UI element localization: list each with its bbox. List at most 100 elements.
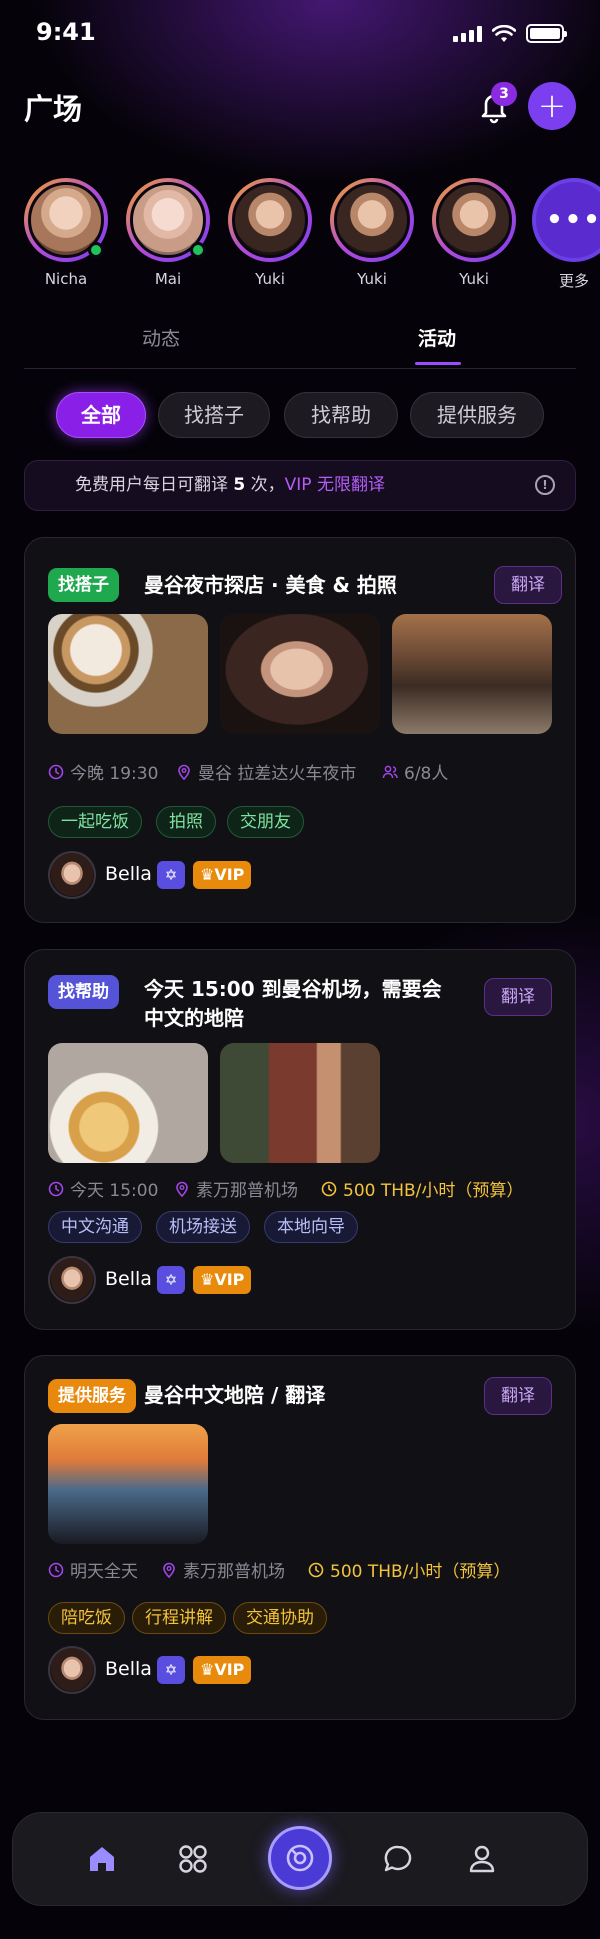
card-location: 素万那普机场 (161, 1557, 285, 1582)
user-name[interactable]: Bella (105, 1268, 152, 1290)
story-name: Mai (154, 270, 182, 288)
notice-vip-link[interactable]: VIP 无限翻译 (285, 475, 385, 495)
location-icon (178, 764, 190, 780)
interest-tag: 交朋友 (227, 806, 304, 838)
verified-icon: ✡ (157, 1656, 185, 1684)
card-location-text: 素万那普机场 (183, 1562, 285, 1582)
card-price-text: 500 THB/小时（预算） (343, 1181, 524, 1201)
card-title: 曼谷夜市探店 · 美食 & 拍照 (144, 573, 397, 597)
home-icon[interactable] (85, 1842, 119, 1876)
user-avatar[interactable] (48, 1646, 96, 1694)
online-indicator (190, 242, 206, 258)
add-button[interactable]: + (528, 82, 576, 130)
vip-label: VIP (214, 1270, 245, 1289)
card-photo[interactable] (220, 1043, 380, 1163)
info-icon[interactable]: ! (535, 475, 555, 495)
plus-icon: + (537, 86, 567, 126)
clock-icon (321, 1181, 337, 1196)
card-time-text: 今天 15:00 (70, 1181, 159, 1201)
grid-icon[interactable] (176, 1842, 210, 1876)
discover-button[interactable] (268, 1826, 332, 1890)
card-photo[interactable] (392, 614, 552, 734)
card-photo[interactable] (48, 1424, 208, 1544)
card-price: 500 THB/小时（预算） (321, 1176, 523, 1201)
card-people-text: 6/8人 (404, 764, 449, 784)
online-indicator (88, 242, 104, 258)
notice-count: 5 (233, 475, 246, 495)
status-icons (453, 24, 567, 43)
card-price-text: 500 THB/小时（预算） (330, 1562, 511, 1582)
user-name[interactable]: Bella (105, 863, 152, 885)
story-more-label: 更多 (558, 272, 589, 290)
filter-find-partner[interactable]: 找搭子 (158, 392, 270, 438)
interest-tag: 拍照 (156, 806, 216, 838)
translate-button[interactable]: 翻译 (484, 978, 552, 1016)
tab-dynamic[interactable]: 动态 (142, 324, 180, 351)
avatar (334, 182, 410, 258)
interest-tag: 中文沟通 (48, 1211, 142, 1243)
user-avatar[interactable] (48, 1256, 96, 1304)
wifi-icon (492, 24, 516, 42)
translate-button[interactable]: 翻译 (484, 1377, 552, 1415)
clock-icon (48, 1181, 64, 1196)
card-photo[interactable] (48, 614, 208, 734)
clock-icon (308, 1562, 324, 1577)
interest-tag: 机场接送 (156, 1211, 250, 1243)
card-location: 素万那普机场 (174, 1176, 298, 1201)
card-time-text: 明天全天 (70, 1562, 138, 1582)
avatar (436, 182, 512, 258)
card-title: 今天 15:00 到曼谷机场，需要会中文的地陪 (144, 977, 442, 1030)
story-name: Yuki (255, 270, 285, 288)
story-item[interactable]: Yuki (432, 178, 516, 288)
interest-tag: 陪吃饭 (48, 1602, 125, 1634)
profile-icon[interactable] (465, 1842, 499, 1876)
translate-button[interactable]: 翻译 (494, 566, 562, 604)
story-item[interactable]: Mai (126, 178, 210, 288)
verified-icon: ✡ (157, 861, 185, 889)
card-location-text: 素万那普机场 (196, 1181, 298, 1201)
location-icon (163, 1562, 175, 1578)
card-photo[interactable] (220, 614, 380, 734)
interest-tag: 一起吃饭 (48, 806, 142, 838)
story-item[interactable]: Nicha (24, 178, 108, 288)
discover-icon (286, 1844, 314, 1872)
user-name[interactable]: Bella (105, 1658, 152, 1680)
card-location-text: 曼谷 拉差达火车夜市 (198, 764, 357, 784)
card-title: 曼谷中文地陪 / 翻译 (144, 1383, 326, 1407)
story-name: Yuki (459, 270, 489, 288)
filter-provide-service[interactable]: 提供服务 (410, 392, 544, 438)
crown-icon: ♛ (200, 865, 215, 884)
user-avatar[interactable] (48, 851, 96, 899)
signal-icon (453, 25, 482, 42)
vip-badge: ♛VIP (193, 861, 252, 889)
card-time: 今晚 19:30 (48, 759, 158, 784)
crown-icon: ♛ (200, 1270, 215, 1289)
tab-active-indicator (415, 362, 461, 365)
card-time: 明天全天 (48, 1557, 138, 1582)
tab-activity[interactable]: 活动 (418, 324, 456, 351)
card-location: 曼谷 拉差达火车夜市 (176, 759, 356, 784)
filter-find-help[interactable]: 找帮助 (284, 392, 398, 438)
story-more[interactable]: ••• 更多 (532, 178, 600, 291)
story-item[interactable]: Yuki (330, 178, 414, 288)
chat-icon[interactable] (381, 1842, 415, 1876)
interest-tag: 交通协助 (233, 1602, 327, 1634)
card-photo[interactable] (48, 1043, 208, 1163)
vip-badge: ♛VIP (193, 1656, 252, 1684)
card-tag: 找搭子 (48, 568, 119, 602)
vip-label: VIP (214, 865, 245, 884)
battery-icon (526, 24, 567, 43)
location-icon (176, 1181, 188, 1197)
more-dots-icon: ••• (546, 205, 600, 235)
status-time: 9:41 (36, 18, 96, 46)
card-tag: 找帮助 (48, 975, 119, 1009)
page-title: 广场 (24, 92, 83, 126)
story-item[interactable]: Yuki (228, 178, 312, 288)
tab-divider (24, 368, 576, 369)
filter-all[interactable]: 全部 (56, 392, 146, 438)
interest-tag: 行程讲解 (132, 1602, 226, 1634)
vip-label: VIP (214, 1660, 245, 1679)
translate-notice: 免费用户每日可翻译 5 次，VIP 无限翻译 (24, 460, 576, 511)
vip-badge: ♛VIP (193, 1266, 252, 1294)
notice-prefix: 免费用户每日可翻译 (75, 475, 228, 495)
